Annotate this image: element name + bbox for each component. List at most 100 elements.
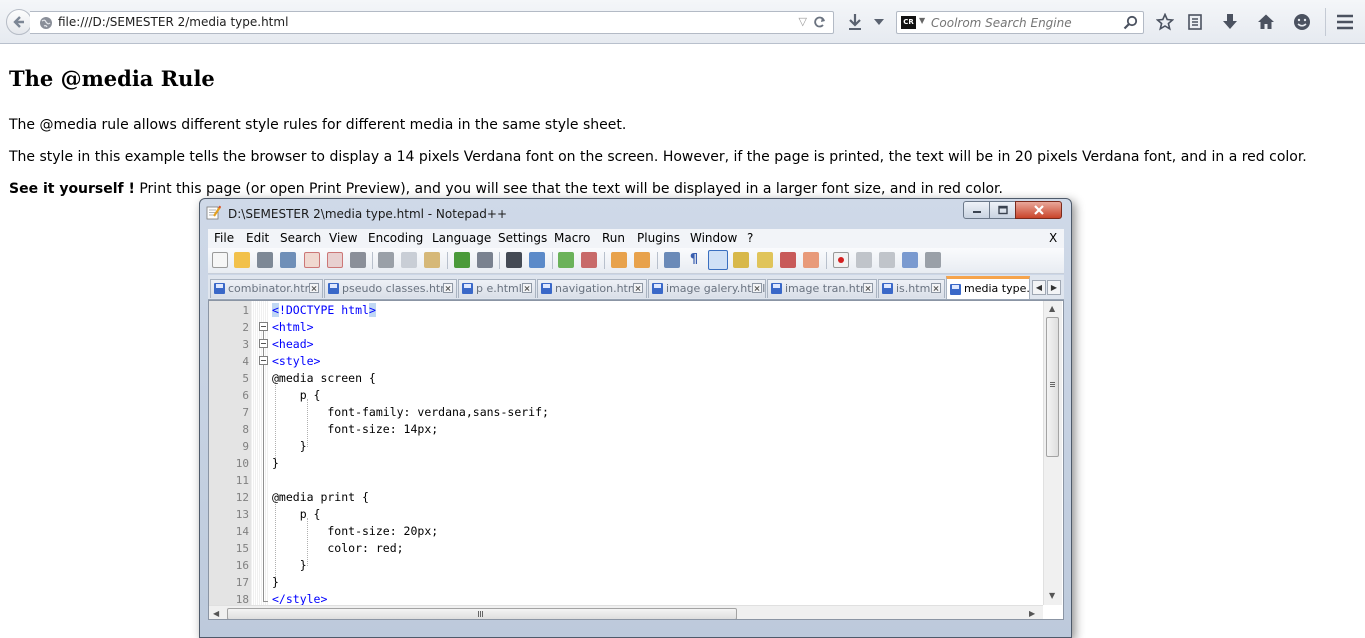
tab-navigation[interactable]: navigation.html [537,279,647,298]
tab-close-icon[interactable] [863,283,873,293]
menu-file[interactable]: File [214,231,234,245]
download-icon[interactable] [847,13,863,31]
menu-view[interactable]: View [329,231,357,245]
minimize-button[interactable] [963,201,990,219]
notepad-app-icon [206,205,221,220]
restore-button[interactable] [989,201,1016,219]
tab-close-icon[interactable] [752,283,762,293]
toolbar-separator [604,252,605,269]
scroll-left-icon[interactable]: ◀ [213,609,219,618]
close-all-icon[interactable] [327,252,343,268]
fold-collapse-icon[interactable] [259,339,268,348]
cut-icon[interactable] [378,252,394,268]
fold-collapse-icon[interactable] [259,356,268,365]
browser-toolbar: file:///D:/SEMESTER 2/media type.html ▽ … [0,0,1365,44]
tab-media-type[interactable]: media type.ht [946,276,1030,299]
sync-vertical-icon[interactable] [611,252,627,268]
tab-p-e[interactable]: p e.html [458,279,536,298]
show-all-characters-icon[interactable]: ¶ [686,252,702,268]
history-dropdown-icon[interactable]: ▽ [799,15,807,28]
user-language-icon[interactable] [733,252,749,268]
smiley-feedback-icon[interactable] [1293,13,1311,31]
horizontal-scrollbar[interactable]: ◀ ▶ [209,605,1043,619]
close-window-button[interactable] [1015,201,1062,219]
play-macro-icon[interactable] [879,252,895,268]
menu-language[interactable]: Language [432,231,491,245]
save-icon[interactable] [257,252,273,268]
file-saved-icon [950,284,961,295]
search-bar[interactable]: CR ▼ [896,11,1144,34]
save-all-icon[interactable] [280,252,296,268]
menu-help[interactable]: ? [747,231,753,245]
close-document-button[interactable]: X [1049,231,1057,245]
scroll-right-icon[interactable]: ▶ [1029,609,1035,618]
bookmarks-menu-icon[interactable] [1187,13,1203,31]
fold-collapse-icon[interactable] [259,322,268,331]
pocket-download-arrow-icon[interactable] [1222,13,1238,31]
vertical-scrollbar[interactable]: ▲ ▼ [1043,301,1062,605]
search-icon[interactable] [1123,15,1138,30]
menu-settings[interactable]: Settings [498,231,547,245]
tab-close-icon[interactable] [633,283,643,293]
code-editor[interactable]: 1 2 3 4 5 6 7 8 9 10 11 12 13 14 15 16 1… [208,300,1064,620]
fold-line [263,348,264,356]
tab-close-icon[interactable] [931,283,941,293]
code-line: } [272,439,307,453]
tab-pseudo-classes[interactable]: pseudo classes.html [324,279,457,298]
download-dropdown-icon[interactable] [874,19,884,25]
horizontal-scroll-thumb[interactable] [227,608,737,619]
undo-icon[interactable] [454,252,470,268]
menu-window[interactable]: Window [690,231,737,245]
menu-search[interactable]: Search [280,231,321,245]
search-input[interactable] [931,14,1111,31]
record-macro-icon[interactable] [833,252,849,268]
tab-close-icon[interactable] [309,283,319,293]
sync-horizontal-icon[interactable] [634,252,650,268]
tab-image-galery[interactable]: image galery.html [648,279,766,298]
search-engine-logo[interactable]: CR [901,16,916,29]
menu-encoding[interactable]: Encoding [368,231,423,245]
menu-edit[interactable]: Edit [246,231,269,245]
scroll-down-icon[interactable]: ▼ [1049,591,1055,600]
replace-icon[interactable] [529,252,545,268]
tab-image-tran[interactable]: image tran.html [767,279,877,298]
tab-combinator[interactable]: combinator.html [210,279,323,298]
zoom-out-icon[interactable] [581,252,597,268]
menu-run[interactable]: Run [602,231,625,245]
hamburger-menu-icon[interactable] [1336,14,1354,30]
close-file-icon[interactable] [304,252,320,268]
run-macro-multiple-icon[interactable] [902,252,918,268]
tab-close-icon[interactable] [443,283,453,293]
find-icon[interactable] [506,252,522,268]
tab-scroll-left-button[interactable]: ◀ [1032,280,1046,295]
redo-icon[interactable] [477,252,493,268]
back-button[interactable] [6,9,32,35]
paste-icon[interactable] [424,252,440,268]
menu-plugins[interactable]: Plugins [637,231,680,245]
home-icon[interactable] [1257,13,1275,31]
document-map-icon[interactable] [757,252,773,268]
print-icon[interactable] [350,252,366,268]
indent-guide-icon[interactable] [708,250,728,270]
folder-workspace-icon[interactable] [803,252,819,268]
new-file-icon[interactable] [212,252,228,268]
vertical-scroll-thumb[interactable] [1046,317,1059,457]
bookmark-star-icon[interactable] [1156,13,1174,31]
function-list-icon[interactable] [780,252,796,268]
window-titlebar[interactable]: D:\SEMESTER 2\media type.html - Notepad+… [200,199,1071,227]
url-bar[interactable]: file:///D:/SEMESTER 2/media type.html ▽ [30,11,834,34]
tab-scroll-right-button[interactable]: ▶ [1047,280,1061,295]
save-macro-icon[interactable] [925,252,941,268]
copy-icon[interactable] [401,252,417,268]
scroll-up-icon[interactable]: ▲ [1049,304,1055,313]
line-number: 2 [242,321,249,334]
stop-macro-icon[interactable] [856,252,872,268]
reload-icon[interactable] [813,15,827,29]
zoom-in-icon[interactable] [558,252,574,268]
tab-is[interactable]: is.html [878,279,945,298]
word-wrap-icon[interactable] [664,252,680,268]
open-file-icon[interactable] [234,252,250,268]
search-engine-dropdown-icon[interactable]: ▼ [919,16,925,25]
tab-close-icon[interactable] [522,283,532,293]
menu-macro[interactable]: Macro [554,231,590,245]
